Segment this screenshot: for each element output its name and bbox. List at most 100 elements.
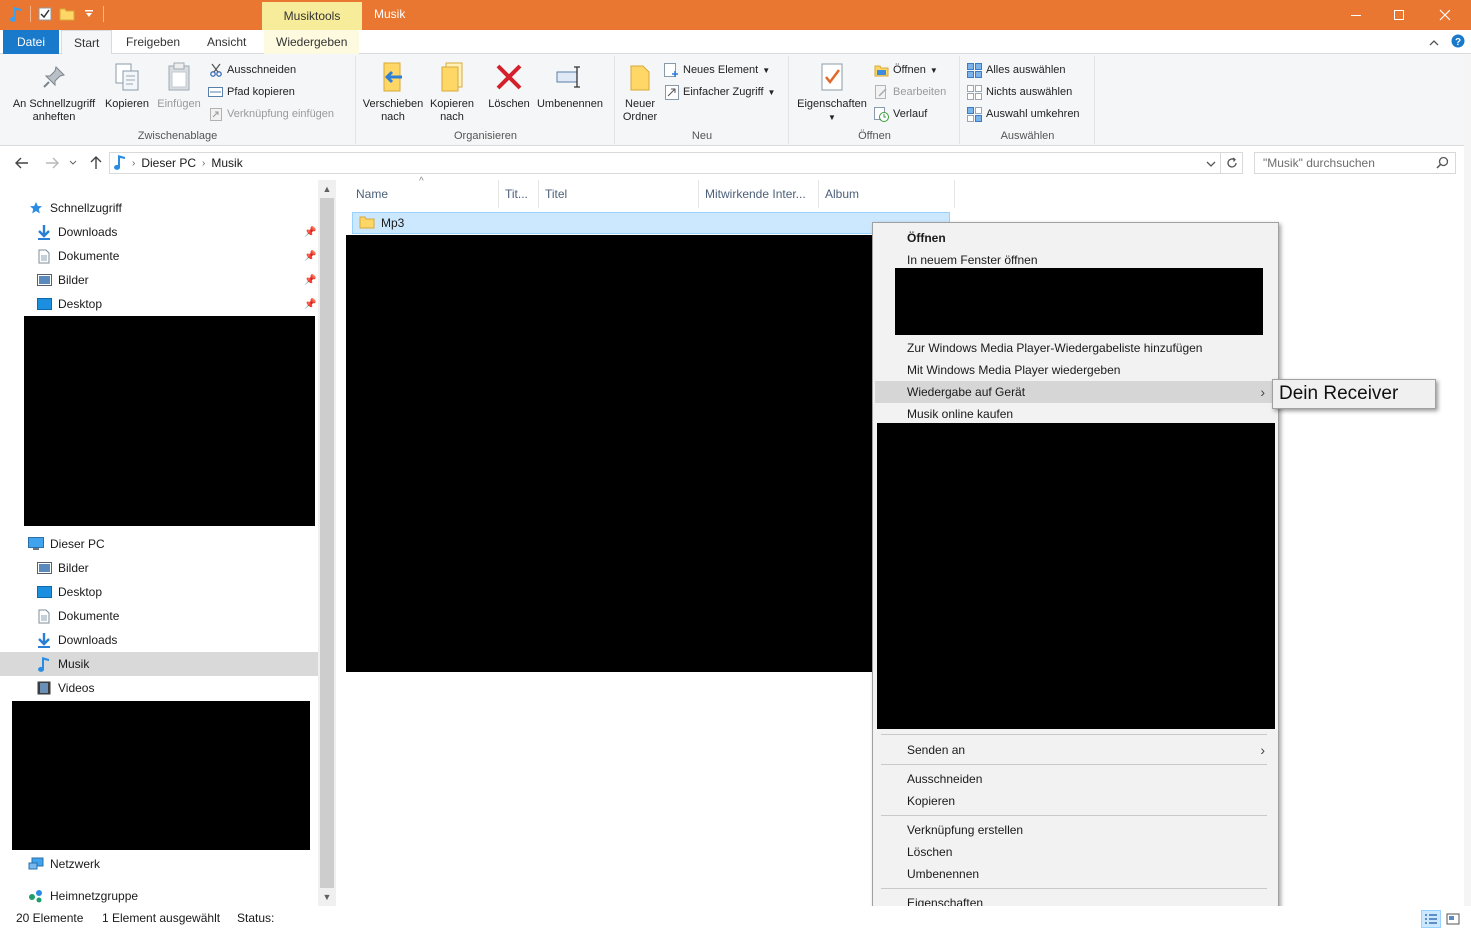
window-edge-scrollbar [1464,54,1471,906]
nav-quick-desktop[interactable]: Desktop 📌 [0,292,318,316]
column-header-album[interactable]: Album [819,180,955,208]
tab-wiedergeben[interactable]: Wiedergeben [264,30,360,54]
scroll-down-arrow-icon[interactable]: ▼ [318,888,336,906]
collapse-ribbon-icon[interactable] [1429,36,1439,50]
nav-network[interactable]: Netzwerk [0,852,318,876]
pictures-icon [36,272,52,288]
cut-label: Ausschneiden [227,64,297,76]
folder-icon [624,60,656,94]
search-box[interactable]: "Musik" durchsuchen [1254,152,1456,174]
tab-ansicht[interactable]: Ansicht [195,30,258,54]
back-button[interactable] [12,153,32,173]
delete-button[interactable]: Löschen [485,60,533,111]
pin-quick-access-button[interactable]: An Schnellzugriff anheften [8,60,100,124]
redacted-area [895,268,1263,335]
select-all-icon [967,62,982,78]
nav-quick-desktop-label: Desktop [58,297,103,311]
menu-add-to-playlist[interactable]: Zur Windows Media Player-Wiedergabeliste… [875,337,1275,359]
nav-quick-documents[interactable]: Dokumente 📌 [0,244,318,268]
cut-button[interactable]: Ausschneiden [208,60,296,80]
menu-cast-to-device[interactable]: Wiedergabe auf Gerät › [875,381,1275,403]
pin-icon[interactable]: 📌 [304,227,316,238]
redacted-area [346,235,873,672]
breadcrumb-chevron-icon[interactable]: › [132,158,135,169]
up-button[interactable] [86,153,106,173]
invert-selection-button[interactable]: Auswahl umkehren [967,104,1080,124]
breadcrumb-chevron-icon[interactable]: › [202,158,205,169]
tab-freigeben[interactable]: Freigeben [114,30,192,54]
menu-play-wmp[interactable]: Mit Windows Media Player wiedergeben [875,359,1275,381]
copy-path-button[interactable]: Pfad kopieren [208,82,295,102]
address-bar[interactable]: › Dieser PC › Musik [109,152,1221,174]
easy-access-button[interactable]: Einfacher Zugriff ▼ [664,82,775,102]
column-header-track[interactable]: Tit... [499,180,539,208]
breadcrumb-this-pc[interactable]: Dieser PC [141,156,196,170]
maximize-button[interactable] [1376,0,1422,30]
pin-icon[interactable]: 📌 [304,275,316,286]
nav-pc-music[interactable]: Musik [0,652,318,676]
nav-pc-downloads[interactable]: Downloads [0,628,318,652]
recent-locations-button[interactable] [66,153,80,173]
menu-delete[interactable]: Löschen [875,841,1275,863]
breadcrumb-music[interactable]: Musik [211,156,242,170]
refresh-button[interactable] [1221,152,1243,174]
new-folder-icon[interactable] [59,6,75,22]
nav-pc-pictures[interactable]: Bilder [0,556,318,580]
music-note-icon[interactable] [8,6,24,22]
rename-button[interactable]: Umbenennen [535,60,605,111]
qat-dropdown-icon[interactable] [81,6,97,22]
nav-quick-pictures[interactable]: Bilder 📌 [0,268,318,292]
paste-shortcut-button[interactable]: Verknüpfung einfügen [208,104,334,124]
submenu-receiver[interactable]: Dein Receiver [1275,382,1433,406]
menu-create-shortcut[interactable]: Verknüpfung erstellen [875,819,1275,841]
invert-selection-icon [967,106,982,122]
menu-copy[interactable]: Kopieren [875,790,1275,812]
open-label: Öffnen [893,64,926,76]
large-icons-view-button[interactable] [1443,910,1463,928]
nav-pc-desktop[interactable]: Desktop [0,580,318,604]
scroll-up-arrow-icon[interactable]: ▲ [318,180,336,198]
nav-scrollbar[interactable]: ▲ ▼ [318,180,336,906]
move-to-button[interactable]: Verschieben nach [361,60,425,124]
nav-quick-downloads[interactable]: Downloads 📌 [0,220,318,244]
menu-rename[interactable]: Umbenennen [875,863,1275,885]
search-icon[interactable] [1436,156,1449,172]
close-button[interactable] [1422,0,1468,30]
address-dropdown-icon[interactable] [1206,157,1216,171]
copy-button[interactable]: Kopieren [102,60,152,111]
properties-check-icon[interactable] [37,6,53,22]
column-header-title[interactable]: Titel [539,180,699,208]
column-header-artists[interactable]: Mitwirkende Inter... [699,180,819,208]
help-icon[interactable]: ? [1451,34,1465,51]
select-all-button[interactable]: Alles auswählen [967,60,1066,80]
pin-icon[interactable]: 📌 [304,251,316,262]
tab-datei[interactable]: Datei [3,30,59,54]
column-header-name[interactable]: Name [350,180,499,208]
file-row[interactable]: Mp3 [352,212,950,234]
edit-button[interactable]: Bearbeiten [874,82,946,102]
new-folder-button[interactable]: Neuer Ordner [618,60,662,124]
scrollbar-thumb[interactable] [320,198,334,888]
pin-icon[interactable]: 📌 [304,299,316,310]
select-none-button[interactable]: Nichts auswählen [967,82,1072,102]
paste-button[interactable]: Einfügen [154,60,204,111]
copy-to-button[interactable]: Kopieren nach [427,60,477,124]
new-item-button[interactable]: Neues Element ▼ [664,60,770,80]
menu-buy-music[interactable]: Musik online kaufen [875,403,1275,425]
nav-pc-videos[interactable]: Videos [0,676,318,700]
menu-open[interactable]: Öffnen [875,227,1275,249]
delete-label: Löschen [488,98,530,110]
nav-this-pc[interactable]: Dieser PC [0,532,318,556]
minimize-button[interactable] [1333,0,1379,30]
nav-pc-documents[interactable]: Dokumente [0,604,318,628]
nav-homegroup[interactable]: Heimnetzgruppe [0,884,318,908]
menu-cut[interactable]: Ausschneiden [875,768,1275,790]
tab-start[interactable]: Start [61,30,113,55]
history-button[interactable]: Verlauf [874,104,927,124]
properties-button[interactable]: Eigenschaften ▼ [792,60,872,124]
forward-button[interactable] [42,153,62,173]
nav-quick-access[interactable]: Schnellzugriff [0,196,318,220]
menu-send-to[interactable]: Senden an › [875,739,1275,761]
details-view-button[interactable] [1421,910,1441,928]
open-button[interactable]: Öffnen ▼ [874,60,938,80]
